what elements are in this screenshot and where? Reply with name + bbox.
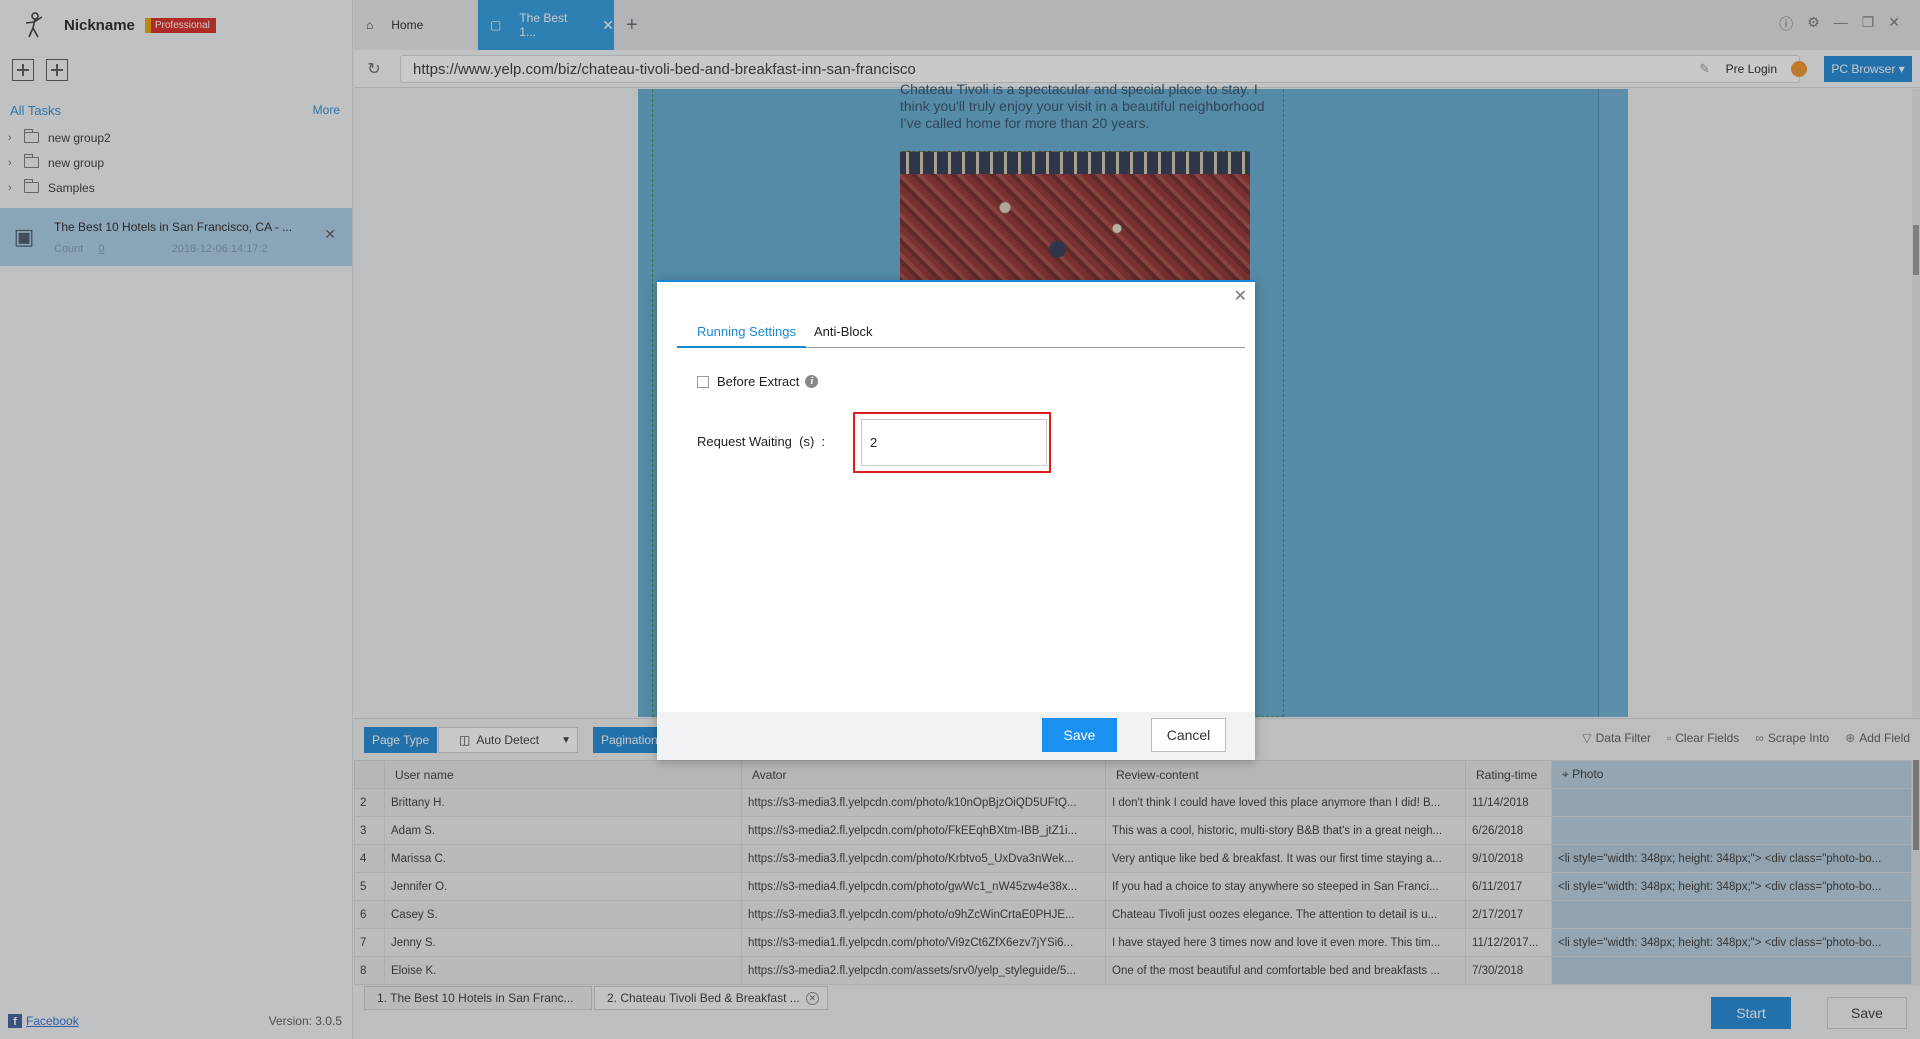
request-waiting-label: Request Waiting (s) :: [697, 434, 826, 449]
save-button[interactable]: Save: [1042, 718, 1117, 752]
before-extract-checkbox[interactable]: [697, 375, 709, 388]
close-dialog-icon[interactable]: ✕: [1234, 286, 1247, 306]
dialog-tabs: Running Settings Anti-Block: [677, 322, 1245, 348]
tab-running-settings[interactable]: Running Settings: [677, 322, 807, 348]
before-extract-row: Before Extract i: [697, 374, 819, 389]
before-extract-label: Before Extract: [717, 374, 800, 389]
request-waiting-input[interactable]: [861, 419, 1047, 466]
settings-dialog: ✕ Running Settings Anti-Block Before Ext…: [657, 280, 1255, 760]
info-icon[interactable]: i: [805, 375, 819, 388]
dialog-footer: Save Cancel: [657, 712, 1255, 760]
tab-anti-block[interactable]: Anti-Block: [806, 322, 881, 347]
cancel-button[interactable]: Cancel: [1151, 718, 1226, 752]
